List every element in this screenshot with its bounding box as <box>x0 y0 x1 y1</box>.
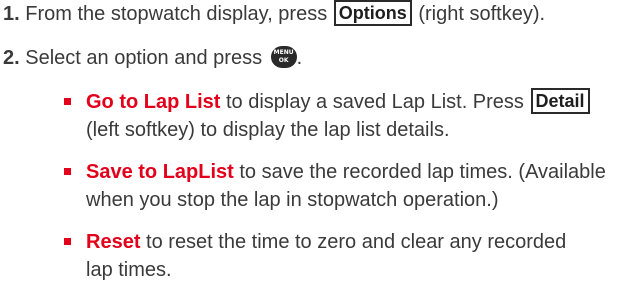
option-save-to-laplist: Save to LapList to save the recorded lap… <box>64 158 624 214</box>
option-text: to display a saved Lap List. Press <box>220 91 530 113</box>
bullet-square-icon <box>64 238 71 245</box>
option-line: Reset to reset the time to zero and clea… <box>86 228 624 256</box>
menu-ok-key-icon: MENU OK <box>270 46 297 68</box>
step-2: 2. Select an option and press MENU OK. <box>3 44 302 72</box>
step-text-suffix: . <box>296 47 303 69</box>
option-line: lap times. <box>86 259 172 281</box>
step-text-suffix: (right softkey). <box>412 3 546 25</box>
option-reset: Reset to reset the time to zero and clea… <box>64 228 624 284</box>
option-line: Go to Lap List to display a saved Lap Li… <box>86 88 624 116</box>
menu-key-top-label: MENU <box>273 49 294 56</box>
option-term: Reset <box>86 231 141 253</box>
option-term: Save to LapList <box>86 161 234 183</box>
step-number: 1. <box>3 3 20 25</box>
option-line: Save to LapList to save the recorded lap… <box>86 158 624 186</box>
step-text: From the stopwatch display, press <box>19 3 333 25</box>
options-softkey-label: Options <box>333 0 412 26</box>
bullet-square-icon <box>64 168 71 175</box>
option-list: Go to Lap List to display a saved Lap Li… <box>64 88 624 298</box>
instruction-page: 1. From the stopwatch display, press Opt… <box>0 0 630 281</box>
step-1: 1. From the stopwatch display, press Opt… <box>3 0 545 28</box>
option-text: to save the recorded lap times. (Availab… <box>233 161 606 183</box>
step-text: Select an option and press <box>19 47 268 69</box>
option-go-to-lap-list: Go to Lap List to display a saved Lap Li… <box>64 88 624 144</box>
option-line: when you stop the lap in stopwatch opera… <box>86 189 499 211</box>
menu-key-bottom-label: OK <box>278 57 289 64</box>
option-text: to reset the time to zero and clear any … <box>140 231 567 253</box>
bullet-square-icon <box>64 98 71 105</box>
step-number: 2. <box>3 47 20 69</box>
option-term: Go to Lap List <box>86 91 221 113</box>
option-line: (left softkey) to display the lap list d… <box>86 119 450 141</box>
detail-softkey-label: Detail <box>530 88 590 114</box>
